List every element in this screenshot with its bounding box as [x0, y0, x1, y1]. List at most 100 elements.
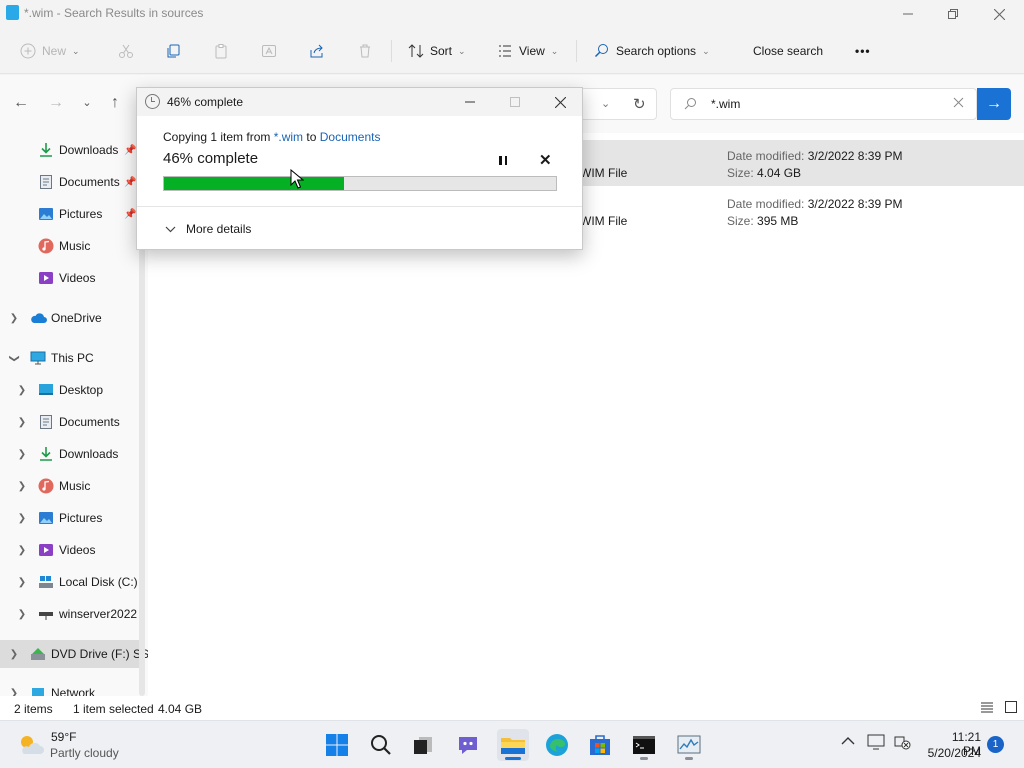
up-button[interactable]: ↑: [105, 93, 125, 113]
sort-label: Sort: [430, 44, 453, 58]
show-hidden-icons-button[interactable]: [841, 735, 855, 750]
dialog-close-button[interactable]: [537, 88, 583, 116]
sidebar-item-network[interactable]: ❯ Network: [0, 679, 148, 696]
display-icon[interactable]: [867, 734, 885, 753]
sidebar-item-dvd-drive[interactable]: ❯ DVD Drive (F:) SS: [0, 640, 148, 668]
taskbar-search-button[interactable]: [365, 729, 397, 761]
sidebar-item-pictures-pinned[interactable]: Pictures 📌: [0, 200, 148, 228]
address-bar[interactable]: ⌄ ↻: [580, 88, 657, 120]
chevron-right-icon[interactable]: ❯: [16, 449, 28, 460]
cut-button[interactable]: [118, 38, 134, 64]
teams-chat-button[interactable]: [452, 729, 484, 761]
more-details-toggle[interactable]: More details: [165, 222, 251, 236]
paste-button[interactable]: [213, 38, 229, 64]
restore-icon: [948, 9, 958, 19]
forward-button[interactable]: →: [46, 93, 66, 113]
clock-date[interactable]: 5/20/2024: [922, 746, 981, 760]
sidebar-item-label: DVD Drive (F:) SS: [51, 647, 148, 661]
new-button[interactable]: New ⌄: [20, 38, 80, 64]
sidebar-item-desktop[interactable]: ❯ Desktop: [0, 376, 148, 404]
view-button[interactable]: View ⌄: [497, 38, 558, 64]
search-box[interactable]: *.wim: [670, 88, 977, 120]
file-date: Date modified: 3/2/2022 8:39 PM: [727, 149, 903, 163]
search-options-button[interactable]: Search options ⌄: [594, 38, 710, 64]
restore-button[interactable]: [930, 0, 976, 28]
running-indicator: [640, 757, 648, 760]
dialog-minimize-button[interactable]: [447, 88, 493, 116]
sort-button[interactable]: Sort ⌄: [408, 38, 466, 64]
chevron-right-icon[interactable]: ❯: [8, 649, 20, 660]
dialog-maximize-button[interactable]: [492, 88, 538, 116]
sidebar-item-local-disk[interactable]: ❯ Local Disk (C:): [0, 568, 148, 596]
chevron-right-icon[interactable]: ❯: [8, 313, 20, 324]
start-button[interactable]: [321, 729, 353, 761]
sidebar-item-winserver2022[interactable]: ❯ winserver2022 (: [0, 600, 148, 628]
terminal-icon: [633, 736, 655, 754]
notification-badge[interactable]: 1: [987, 736, 1004, 753]
source-link[interactable]: *.wim: [274, 130, 303, 144]
pin-icon[interactable]: 📌: [124, 177, 136, 188]
pin-icon[interactable]: 📌: [124, 209, 136, 220]
network-disconnected-icon[interactable]: [893, 734, 911, 753]
sidebar-scrollbar[interactable]: [139, 240, 145, 696]
item-count: 2 items: [14, 702, 53, 716]
taskbar-performance-monitor[interactable]: [673, 729, 705, 761]
sidebar-item-label: Videos: [59, 543, 96, 557]
copy-button[interactable]: [165, 38, 181, 64]
delete-button[interactable]: [357, 38, 373, 64]
tiles-view-icon[interactable]: [1004, 700, 1018, 717]
task-view-button[interactable]: [407, 729, 439, 761]
sidebar-item-pictures[interactable]: ❯ Pictures: [0, 504, 148, 532]
chevron-right-icon[interactable]: ❯: [16, 609, 28, 620]
arrow-right-icon: →: [48, 94, 64, 111]
chevron-down-icon[interactable]: ❯: [9, 352, 20, 364]
taskbar-terminal[interactable]: [628, 729, 660, 761]
title-bar: *.wim - Search Results in sources: [0, 0, 1024, 28]
sidebar-item-music[interactable]: Music: [0, 232, 148, 260]
sidebar-item-documents-pinned[interactable]: Documents 📌: [0, 168, 148, 196]
share-button[interactable]: [309, 38, 325, 64]
close-window-button[interactable]: [976, 0, 1022, 28]
chevron-right-icon[interactable]: ❯: [16, 481, 28, 492]
chevron-right-icon[interactable]: ❯: [16, 417, 28, 428]
file-explorer-icon: [6, 5, 19, 20]
chevron-right-icon[interactable]: ❯: [16, 577, 28, 588]
chevron-right-icon[interactable]: ❯: [16, 545, 28, 556]
more-options-button[interactable]: •••: [855, 38, 871, 64]
sidebar-item-videos[interactable]: Videos: [0, 264, 148, 292]
sidebar-item-downloads[interactable]: ❯ Downloads: [0, 440, 148, 468]
sidebar-item-documents[interactable]: ❯ Documents: [0, 408, 148, 436]
destination-link[interactable]: Documents: [320, 130, 381, 144]
taskbar-file-explorer[interactable]: [497, 729, 529, 761]
details-view-icon[interactable]: [980, 700, 994, 717]
window-title: *.wim - Search Results in sources: [24, 6, 204, 20]
view-icon: [497, 43, 513, 59]
sidebar-item-onedrive[interactable]: ❯ OneDrive: [0, 304, 148, 332]
chevron-right-icon[interactable]: ❯: [8, 688, 20, 697]
sidebar-item-label: OneDrive: [51, 311, 102, 325]
search-input[interactable]: *.wim: [711, 97, 740, 111]
toolbar-divider: [391, 40, 392, 62]
sidebar-item-label: Documents: [59, 175, 120, 189]
clear-search-icon[interactable]: [953, 97, 964, 111]
minimize-button[interactable]: [885, 0, 931, 28]
progress-fill: [164, 177, 345, 190]
pin-icon[interactable]: 📌: [124, 145, 136, 156]
refresh-icon[interactable]: ↻: [633, 95, 646, 113]
taskbar-edge[interactable]: [541, 729, 573, 761]
taskbar-store[interactable]: [584, 729, 616, 761]
rename-button[interactable]: [261, 38, 277, 64]
sidebar-item-music-pc[interactable]: ❯ Music: [0, 472, 148, 500]
back-button[interactable]: ←: [11, 93, 31, 113]
chevron-right-icon[interactable]: ❯: [16, 385, 28, 396]
cancel-copy-icon[interactable]: ✕: [539, 151, 552, 169]
close-search-button[interactable]: Close search: [753, 38, 823, 64]
pause-icon[interactable]: [493, 152, 513, 168]
chevron-right-icon[interactable]: ❯: [16, 513, 28, 524]
search-go-button[interactable]: →: [977, 88, 1011, 120]
sidebar-item-videos-pc[interactable]: ❯ Videos: [0, 536, 148, 564]
recent-locations-button[interactable]: ⌄: [77, 93, 97, 113]
sidebar-item-this-pc[interactable]: ❯ This PC: [0, 344, 148, 372]
chevron-down-icon[interactable]: ⌄: [601, 97, 610, 110]
sidebar-item-downloads-pinned[interactable]: Downloads 📌: [0, 136, 148, 164]
